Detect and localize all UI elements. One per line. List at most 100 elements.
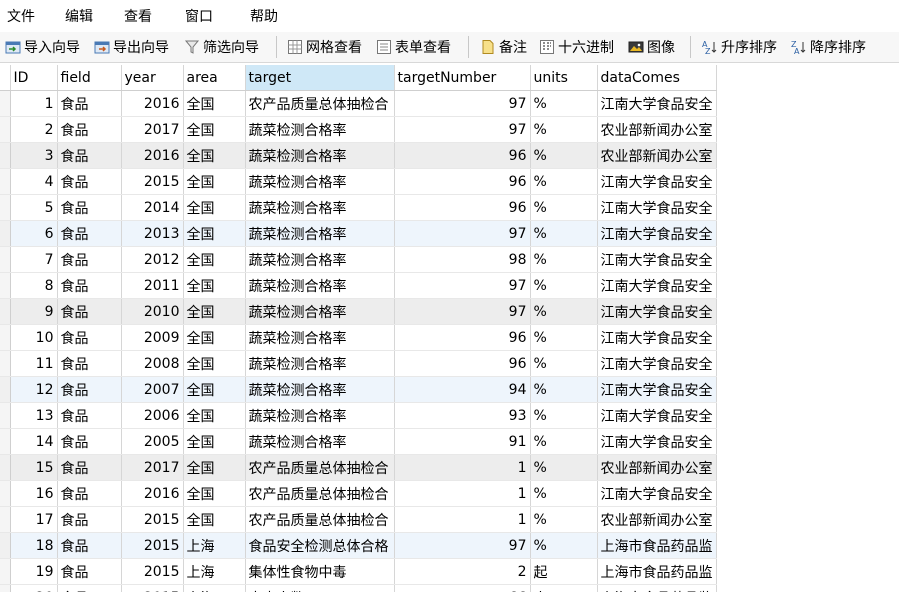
- table-row[interactable]: 9 食品 2010 全国 蔬菜检测合格率 97% 江南大学食品安全: [0, 298, 717, 325]
- sort-descending-button[interactable]: ZA 降序排序: [791, 37, 866, 57]
- cell-target[interactable]: 蔬菜检测合格率: [245, 220, 395, 247]
- cell-units[interactable]: %: [530, 298, 598, 325]
- cell-units[interactable]: %: [530, 350, 598, 377]
- row-header[interactable]: [0, 376, 11, 403]
- cell-target-number[interactable]: 97: [394, 220, 531, 247]
- cell-field[interactable]: 食品: [57, 194, 122, 221]
- cell-target[interactable]: 农产品质量总体抽检合: [245, 90, 395, 117]
- cell-target[interactable]: 农产品质量总体抽检合: [245, 506, 395, 533]
- cell-data-comes[interactable]: 江南大学食品安全: [597, 428, 717, 455]
- menu-window[interactable]: 窗口: [185, 6, 213, 26]
- cell-target[interactable]: 蔬菜检测合格率: [245, 116, 395, 143]
- cell-area[interactable]: 全国: [183, 90, 246, 117]
- cell-target[interactable]: 蔬菜检测合格率: [245, 246, 395, 273]
- row-header[interactable]: [0, 454, 11, 481]
- cell-target[interactable]: 蔬菜检测合格率: [245, 402, 395, 429]
- column-header-data-comes[interactable]: dataComes: [597, 65, 717, 91]
- cell-target-number[interactable]: 1: [394, 480, 531, 507]
- cell-data-comes[interactable]: 上海市食品药品监: [597, 584, 717, 592]
- cell-target-number[interactable]: 94: [394, 376, 531, 403]
- cell-field[interactable]: 食品: [57, 584, 122, 592]
- cell-target-number[interactable]: 97: [394, 532, 531, 559]
- cell-area[interactable]: 全国: [183, 454, 246, 481]
- cell-year[interactable]: 2015: [121, 558, 184, 585]
- cell-area[interactable]: 全国: [183, 402, 246, 429]
- cell-target-number[interactable]: 93: [394, 402, 531, 429]
- cell-field[interactable]: 食品: [57, 454, 122, 481]
- row-header[interactable]: [0, 584, 11, 592]
- cell-area[interactable]: 上海: [183, 584, 246, 592]
- row-header[interactable]: [0, 272, 11, 299]
- menu-edit[interactable]: 编辑: [65, 6, 93, 26]
- table-row[interactable]: 6 食品 2013 全国 蔬菜检测合格率 97% 江南大学食品安全: [0, 220, 717, 247]
- cell-id[interactable]: 9: [10, 298, 58, 325]
- cell-id[interactable]: 18: [10, 532, 58, 559]
- cell-data-comes[interactable]: 江南大学食品安全: [597, 350, 717, 377]
- cell-id[interactable]: 6: [10, 220, 58, 247]
- cell-target-number[interactable]: 96: [394, 324, 531, 351]
- cell-area[interactable]: 全国: [183, 194, 246, 221]
- cell-units[interactable]: %: [530, 272, 598, 299]
- menu-view[interactable]: 查看: [124, 6, 152, 26]
- cell-year[interactable]: 2008: [121, 350, 184, 377]
- cell-field[interactable]: 食品: [57, 220, 122, 247]
- column-header-id[interactable]: ID: [10, 65, 58, 91]
- filter-wizard-button[interactable]: 筛选向导: [184, 37, 259, 57]
- cell-units[interactable]: %: [530, 428, 598, 455]
- cell-field[interactable]: 食品: [57, 298, 122, 325]
- cell-field[interactable]: 食品: [57, 116, 122, 143]
- cell-area[interactable]: 上海: [183, 532, 246, 559]
- cell-field[interactable]: 食品: [57, 142, 122, 169]
- cell-field[interactable]: 食品: [57, 168, 122, 195]
- cell-target-number[interactable]: 96: [394, 142, 531, 169]
- cell-field[interactable]: 食品: [57, 376, 122, 403]
- column-header-target[interactable]: target: [245, 65, 395, 91]
- cell-target[interactable]: 中毒人数: [245, 584, 395, 592]
- cell-data-comes[interactable]: 上海市食品药品监: [597, 532, 717, 559]
- cell-target-number[interactable]: 97: [394, 272, 531, 299]
- cell-target[interactable]: 蔬菜检测合格率: [245, 376, 395, 403]
- table-row[interactable]: 12 食品 2007 全国 蔬菜检测合格率 94% 江南大学食品安全: [0, 376, 717, 403]
- cell-data-comes[interactable]: 江南大学食品安全: [597, 272, 717, 299]
- table-row[interactable]: 18 食品 2015 上海 食品安全检测总体合格 97% 上海市食品药品监: [0, 532, 717, 559]
- row-header[interactable]: [0, 480, 11, 507]
- table-row[interactable]: 2 食品 2017 全国 蔬菜检测合格率 97% 农业部新闻办公室: [0, 116, 717, 143]
- cell-id[interactable]: 8: [10, 272, 58, 299]
- cell-field[interactable]: 食品: [57, 402, 122, 429]
- cell-units[interactable]: %: [530, 116, 598, 143]
- cell-target[interactable]: 蔬菜检测合格率: [245, 272, 395, 299]
- cell-data-comes[interactable]: 农业部新闻办公室: [597, 116, 717, 143]
- cell-units[interactable]: %: [530, 142, 598, 169]
- row-header[interactable]: [0, 532, 11, 559]
- cell-year[interactable]: 2017: [121, 454, 184, 481]
- cell-year[interactable]: 2011: [121, 272, 184, 299]
- cell-target-number[interactable]: 1: [394, 506, 531, 533]
- cell-year[interactable]: 2017: [121, 116, 184, 143]
- cell-data-comes[interactable]: 农业部新闻办公室: [597, 454, 717, 481]
- cell-units[interactable]: %: [530, 168, 598, 195]
- table-row[interactable]: 7 食品 2012 全国 蔬菜检测合格率 98% 江南大学食品安全: [0, 246, 717, 273]
- cell-target[interactable]: 蔬菜检测合格率: [245, 142, 395, 169]
- row-header[interactable]: [0, 220, 11, 247]
- cell-field[interactable]: 食品: [57, 506, 122, 533]
- cell-units[interactable]: %: [530, 220, 598, 247]
- cell-data-comes[interactable]: 上海市食品药品监: [597, 558, 717, 585]
- cell-id[interactable]: 16: [10, 480, 58, 507]
- cell-data-comes[interactable]: 江南大学食品安全: [597, 246, 717, 273]
- cell-field[interactable]: 食品: [57, 532, 122, 559]
- cell-target[interactable]: 蔬菜检测合格率: [245, 298, 395, 325]
- cell-id[interactable]: 2: [10, 116, 58, 143]
- sort-ascending-button[interactable]: AZ 升序排序: [702, 37, 777, 57]
- cell-data-comes[interactable]: 江南大学食品安全: [597, 168, 717, 195]
- row-header[interactable]: [0, 116, 11, 143]
- cell-target[interactable]: 蔬菜检测合格率: [245, 324, 395, 351]
- cell-id[interactable]: 14: [10, 428, 58, 455]
- table-row[interactable]: 16 食品 2016 全国 农产品质量总体抽检合 1% 江南大学食品安全: [0, 480, 717, 507]
- cell-field[interactable]: 食品: [57, 324, 122, 351]
- cell-target[interactable]: 蔬菜检测合格率: [245, 194, 395, 221]
- cell-field[interactable]: 食品: [57, 558, 122, 585]
- cell-year[interactable]: 2015: [121, 506, 184, 533]
- column-header-units[interactable]: units: [530, 65, 598, 91]
- table-row[interactable]: 4 食品 2015 全国 蔬菜检测合格率 96% 江南大学食品安全: [0, 168, 717, 195]
- cell-target[interactable]: 蔬菜检测合格率: [245, 428, 395, 455]
